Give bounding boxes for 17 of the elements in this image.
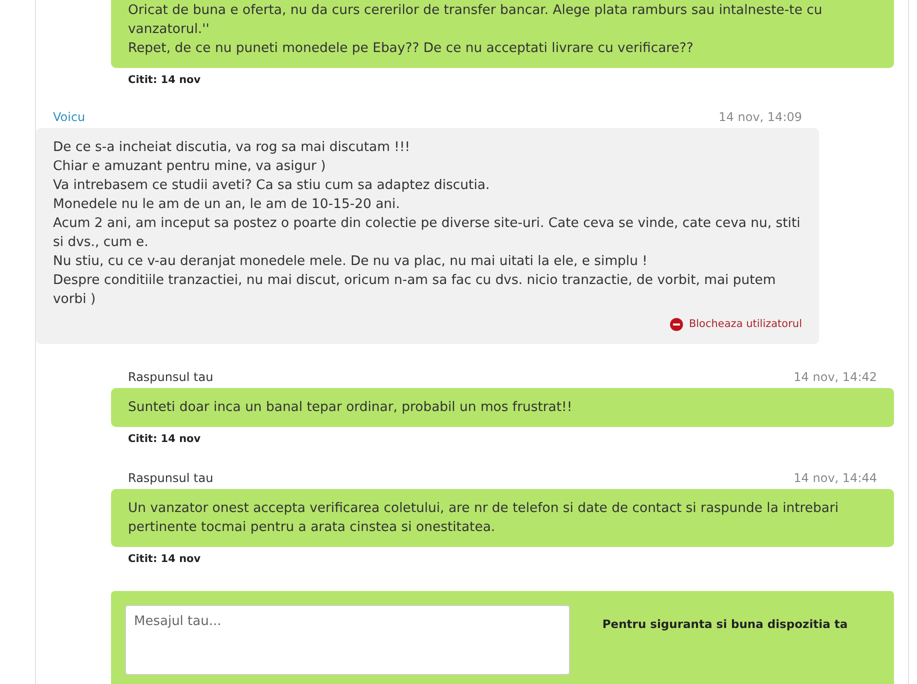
blocked-icon <box>670 318 683 331</box>
author-name: Raspunsul tau <box>128 471 214 485</box>
author-name: Raspunsul tau <box>128 370 214 384</box>
message-text: Un vanzator onest accepta verificarea coletului, are nr de telefon si date de contact si raspunde la intrebari pertinente tocmai pentru a arata cinstea si onestitatea. <box>128 500 840 537</box>
read-status: Citit: 14 nov <box>127 432 202 445</box>
message-text: Oricat de buna e oferta, nu da curs cererilor de transfer bancar. Alege plata ramburs sau intalneste-te cu vanzatorul.'' Repet, de ce nu puneti monedele pe Ebay?? De ce nu acceptati livrare cu verificare?? <box>128 2 824 58</box>
safety-note: Pentru siguranta si buna dispozitia ta <box>601 616 849 633</box>
message-field[interactable]: Mesajul tau... <box>125 605 570 675</box>
read-status: Citit: 14 nov <box>127 73 202 86</box>
block-user-link[interactable]: Blocheaza utilizatorul <box>670 315 802 334</box>
author-name: Voicu <box>53 110 86 124</box>
message-text: Sunteti doar inca un banal tepar ordinar, probabil un mos frustrat!! <box>128 399 574 417</box>
message-time: 14 nov, 14:42 <box>794 370 877 384</box>
message-time: 14 nov, 14:09 <box>718 110 802 124</box>
read-status: Citit: 14 nov <box>127 552 202 565</box>
message-time: 14 nov, 14:44 <box>794 471 877 485</box>
message-text: De ce s-a incheiat discutia, va rog sa mai discutam !!! Chiar e amuzant pentru mine, va asigur ) Va intrebasem ce studii aveti? Ca sa stiu cum sa adaptez discutia. Monedele nu le am de un an, le am de 10-15-20 ani. Acum 2 ani, am inceput sa postez o poarte din colectie pe diverse site-uri. Cate ceva se vinde, cate ceva nu, stiti si dvs., cum e. Nu stiu, cu ce v-au deranjat monedele mele. De nu va plac, nu mai uitati la ele, e simplu ! Despre conditiile tranzactiei, nu mai discut, oricum n-am sa fac cu dvs. nicio tranzactie, de vorbit, mai putem vorbi ) <box>53 139 802 309</box>
